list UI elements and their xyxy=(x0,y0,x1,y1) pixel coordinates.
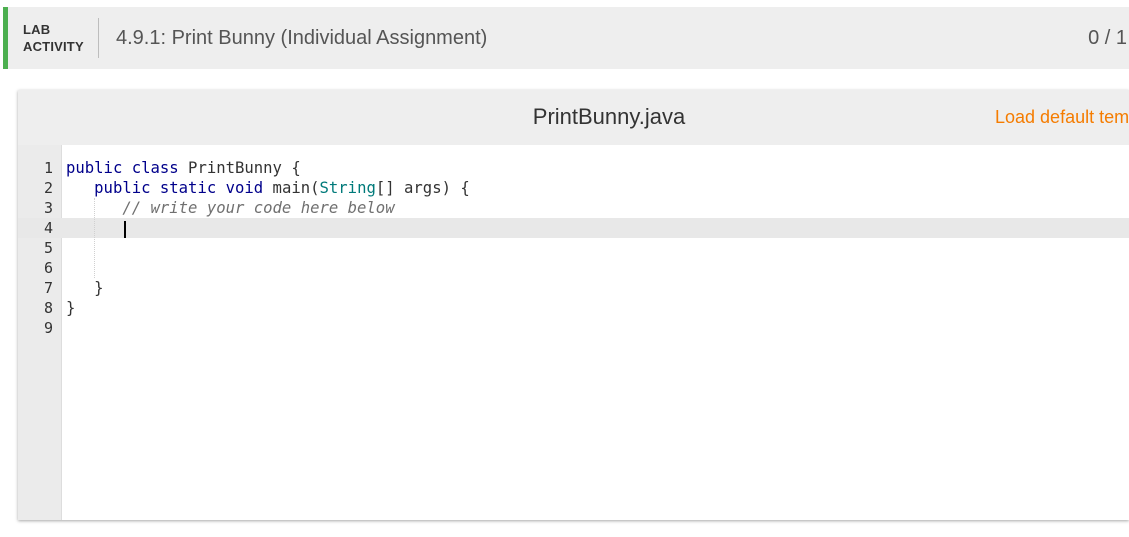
code-text: } xyxy=(66,279,104,297)
code-text: } xyxy=(66,299,76,317)
code-line[interactable]: 6 xyxy=(18,258,1129,278)
lab-label-line1: LAB xyxy=(23,22,51,37)
lab-activity-header: LAB ACTIVITY 4.9.1: Print Bunny (Individ… xyxy=(3,7,1129,69)
code-line[interactable]: 7 } xyxy=(18,278,1129,298)
code-text: public static void main(String[] args) { xyxy=(94,179,470,197)
lab-activity-label: LAB ACTIVITY xyxy=(23,21,84,55)
indent-guide xyxy=(94,198,95,278)
code-line[interactable]: 5 xyxy=(18,238,1129,258)
line-number: 8 xyxy=(43,299,53,317)
code-text: public class PrintBunny { xyxy=(66,159,301,177)
load-default-template-link[interactable]: Load default template... xyxy=(995,107,1129,128)
header-accent-bar xyxy=(3,7,8,69)
line-number: 6 xyxy=(43,259,53,277)
line-number: 9 xyxy=(43,319,53,337)
activity-title: 4.9.1: Print Bunny (Individual Assignmen… xyxy=(116,27,488,49)
code-line[interactable]: 3 // write your code here below xyxy=(18,198,1129,218)
code-line[interactable]: 9 xyxy=(18,318,1129,338)
line-number: 1 xyxy=(43,159,53,177)
line-number: 4 xyxy=(43,219,53,237)
line-number: 3 xyxy=(43,199,53,217)
code-comment: // write your code here below xyxy=(66,199,395,217)
line-number: 2 xyxy=(43,179,53,197)
code-line[interactable]: 1 public class PrintBunny { xyxy=(18,158,1129,178)
code-area[interactable]: 1 public class PrintBunny { 2 public sta… xyxy=(18,145,1129,520)
text-cursor xyxy=(124,221,126,238)
editor-header: PrintBunny.java Load default template... xyxy=(18,90,1129,145)
lab-label-line2: ACTIVITY xyxy=(23,39,84,54)
code-line[interactable]: 2 public static void main(String[] args)… xyxy=(18,178,1129,198)
editor-filename: PrintBunny.java xyxy=(532,104,686,129)
code-line-active[interactable]: 4 xyxy=(18,218,1129,238)
line-number: 5 xyxy=(43,239,53,257)
activity-score: 0 / 1 xyxy=(1088,27,1127,49)
line-number: 7 xyxy=(43,279,53,297)
code-editor-panel: PrintBunny.java Load default template...… xyxy=(18,90,1129,520)
header-divider xyxy=(98,18,99,58)
code-line[interactable]: 8 } xyxy=(18,298,1129,318)
